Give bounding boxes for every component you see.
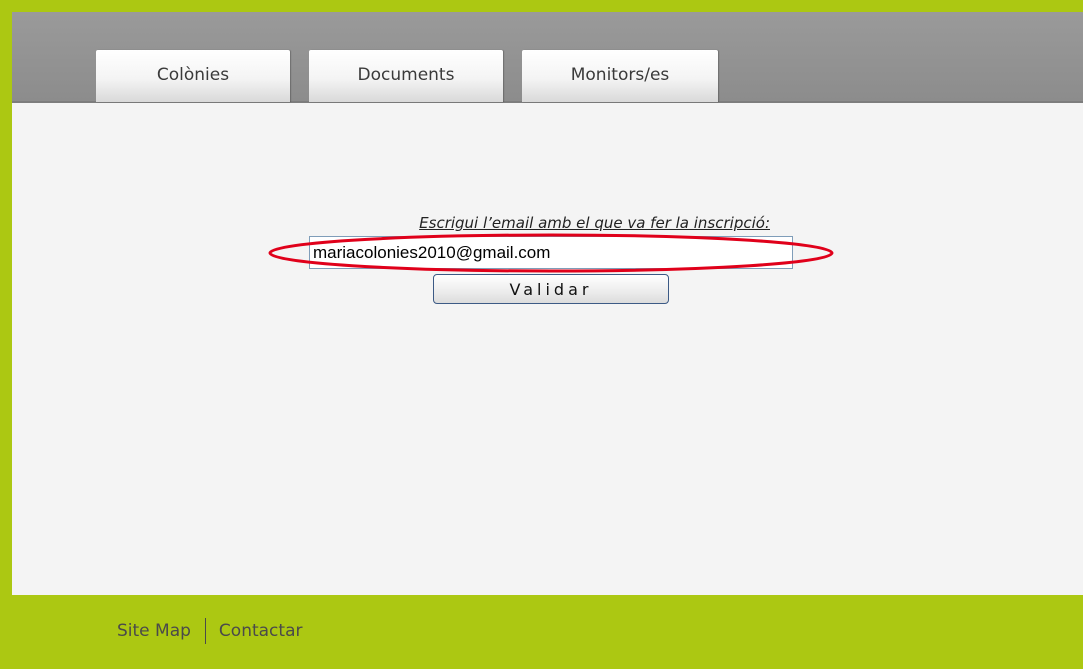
- tab-monitors[interactable]: Monitors/es: [522, 50, 718, 102]
- tab-colonies[interactable]: Colònies: [96, 50, 290, 102]
- email-field[interactable]: [309, 236, 793, 269]
- footer-separator: [204, 618, 206, 644]
- main-content: [12, 103, 1083, 595]
- email-prompt-label: Escrigui l’email amb el que va fer la in…: [419, 214, 770, 232]
- footer-link-site-map[interactable]: Site Map: [117, 621, 191, 641]
- validate-button[interactable]: Validar: [433, 274, 669, 304]
- footer-link-contactar[interactable]: Contactar: [219, 621, 303, 641]
- footer-links: Site Map Contactar: [117, 617, 302, 645]
- tab-documents[interactable]: Documents: [309, 50, 503, 102]
